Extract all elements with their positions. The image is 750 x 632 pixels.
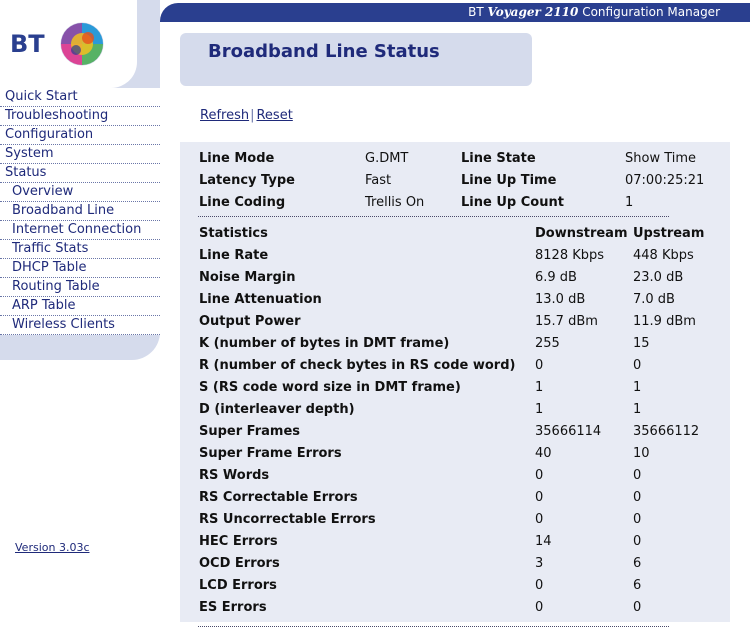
- stat-upstream-value: 0: [633, 512, 642, 527]
- stat-label: Noise Margin: [199, 270, 296, 285]
- stat-downstream-value: 1: [535, 380, 544, 395]
- sidebar-item-routing-table[interactable]: Routing Table: [0, 278, 160, 297]
- line-up-count-label: Line Up Count: [461, 195, 564, 210]
- bottom-divider: [198, 626, 669, 627]
- sidebar-item-wireless-clients[interactable]: Wireless Clients: [0, 316, 160, 335]
- line-coding-label: Line Coding: [199, 195, 286, 210]
- stat-label: Output Power: [199, 314, 301, 329]
- sidebar-item-quick-start[interactable]: Quick Start: [0, 88, 160, 107]
- stat-downstream-value: 14: [535, 534, 552, 549]
- stat-downstream-value: 3: [535, 556, 544, 571]
- stat-label: D (interleaver depth): [199, 402, 355, 417]
- stat-upstream-value: 0: [633, 600, 642, 615]
- action-links: Refresh| Reset: [200, 108, 293, 123]
- stat-label: S (RS code word size in DMT frame): [199, 380, 461, 395]
- stat-label: RS Correctable Errors: [199, 490, 358, 505]
- line-coding-value: Trellis On: [365, 195, 425, 210]
- stat-label: Line Rate: [199, 248, 269, 263]
- sidebar-item-internet-connection[interactable]: Internet Connection: [0, 221, 160, 240]
- stat-upstream-value: 11.9 dBm: [633, 314, 696, 329]
- stat-downstream-value: 1: [535, 402, 544, 417]
- action-separator: |: [250, 108, 255, 123]
- line-up-count-value: 1: [625, 195, 634, 210]
- sidebar: BT Quick Start Troubleshooting Configurati…: [0, 0, 160, 360]
- stat-downstream-value: 0: [535, 512, 544, 527]
- stat-downstream-value: 40: [535, 446, 552, 461]
- stat-downstream-value: 15.7 dBm: [535, 314, 598, 329]
- sidebar-item-broadband-line[interactable]: Broadband Line: [0, 202, 160, 221]
- line-state-label: Line State: [461, 151, 536, 166]
- stat-upstream-value: 0: [633, 490, 642, 505]
- stat-downstream-value: 255: [535, 336, 560, 351]
- line-up-time-label: Line Up Time: [461, 173, 557, 188]
- stat-upstream-value: 0: [633, 358, 642, 373]
- stat-label: ES Errors: [199, 600, 267, 615]
- page-title-box: Broadband Line Status: [180, 33, 532, 86]
- section-divider: [198, 216, 669, 217]
- stat-downstream-value: 6.9 dB: [535, 270, 577, 285]
- stat-upstream-value: 7.0 dB: [633, 292, 675, 307]
- sidebar-item-traffic-stats[interactable]: Traffic Stats: [0, 240, 160, 259]
- sidebar-item-arp-table[interactable]: ARP Table: [0, 297, 160, 316]
- header-brand-prefix: BT: [468, 5, 488, 19]
- reset-link[interactable]: Reset: [256, 108, 292, 123]
- latency-type-value: Fast: [365, 173, 392, 188]
- stat-label: RS Words: [199, 468, 270, 483]
- version-link[interactable]: Version 3.03c: [15, 541, 90, 554]
- stat-label: HEC Errors: [199, 534, 278, 549]
- statistics-header: Statistics: [199, 226, 268, 241]
- stat-upstream-value: 448 Kbps: [633, 248, 694, 263]
- sidebar-item-troubleshooting[interactable]: Troubleshooting: [0, 107, 160, 126]
- line-mode-label: Line Mode: [199, 151, 275, 166]
- header-bar: BT Voyager 2110 Configuration Manager: [160, 3, 750, 22]
- stat-label: LCD Errors: [199, 578, 277, 593]
- sidebar-item-overview[interactable]: Overview: [0, 183, 160, 202]
- refresh-link[interactable]: Refresh: [200, 108, 249, 123]
- stat-upstream-value: 23.0 dB: [633, 270, 684, 285]
- stat-downstream-value: 0: [535, 578, 544, 593]
- stat-label: K (number of bytes in DMT frame): [199, 336, 450, 351]
- sidebar-item-status[interactable]: Status: [0, 164, 160, 183]
- line-state-value: Show Time: [625, 151, 697, 166]
- line-mode-value: G.DMT: [365, 151, 409, 166]
- stat-downstream-value: 8128 Kbps: [535, 248, 605, 263]
- line-up-time-value: 07:00:25:21: [625, 173, 705, 188]
- stat-downstream-value: 0: [535, 490, 544, 505]
- stat-upstream-value: 1: [633, 402, 642, 417]
- stat-upstream-value: 6: [633, 556, 642, 571]
- bt-globe-icon: [60, 22, 104, 66]
- stat-upstream-value: 10: [633, 446, 650, 461]
- sidebar-nav: Quick Start Troubleshooting Configuration S…: [0, 88, 160, 335]
- upstream-header: Upstream: [633, 226, 705, 241]
- header-product: Voyager 2110: [487, 5, 579, 19]
- stat-label: R (number of check bytes in RS code word…: [199, 358, 516, 373]
- stat-downstream-value: 13.0 dB: [535, 292, 586, 307]
- page-title: Broadband Line Status: [208, 41, 440, 62]
- stat-label: Super Frame Errors: [199, 446, 342, 461]
- stat-label: RS Uncorrectable Errors: [199, 512, 376, 527]
- stat-label: Line Attenuation: [199, 292, 322, 307]
- stat-upstream-value: 1: [633, 380, 642, 395]
- stat-upstream-value: 6: [633, 578, 642, 593]
- downstream-header: Downstream: [535, 226, 628, 241]
- stat-upstream-value: 35666112: [633, 424, 700, 439]
- stat-label: OCD Errors: [199, 556, 280, 571]
- latency-type-label: Latency Type: [199, 173, 295, 188]
- stat-downstream-value: 0: [535, 600, 544, 615]
- sidebar-item-system[interactable]: System: [0, 145, 160, 164]
- stat-upstream-value: 0: [633, 534, 642, 549]
- stat-downstream-value: 0: [535, 358, 544, 373]
- sidebar-item-dhcp-table[interactable]: DHCP Table: [0, 259, 160, 278]
- bt-logo-text: BT: [10, 30, 45, 58]
- sidebar-item-configuration[interactable]: Configuration: [0, 126, 160, 145]
- stat-downstream-value: 0: [535, 468, 544, 483]
- logo-area: BT: [0, 0, 137, 88]
- stat-upstream-value: 0: [633, 468, 642, 483]
- stat-upstream-value: 15: [633, 336, 650, 351]
- stat-downstream-value: 35666114: [535, 424, 602, 439]
- stat-label: Super Frames: [199, 424, 301, 439]
- header-suffix: Configuration Manager: [578, 5, 720, 19]
